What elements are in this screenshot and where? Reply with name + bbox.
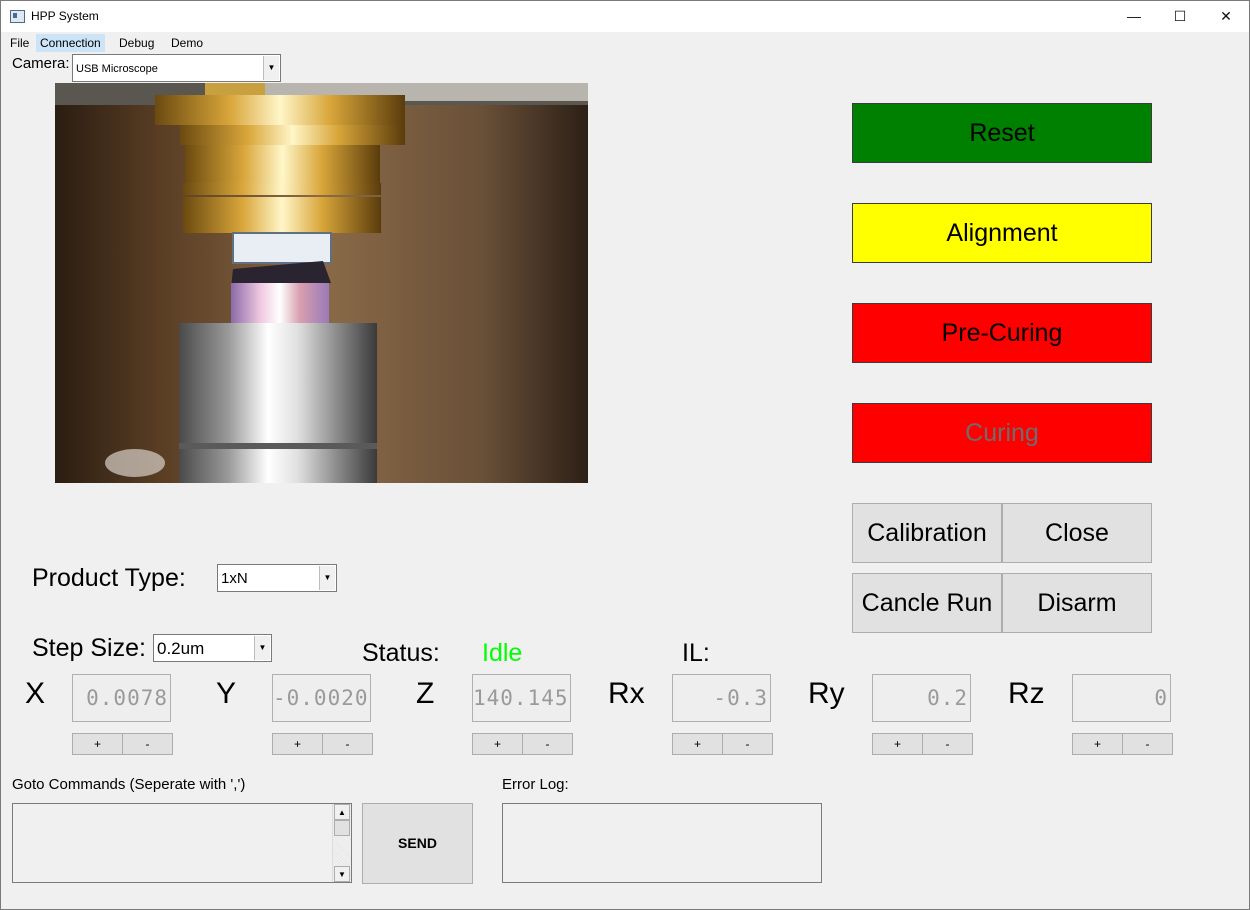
send-button[interactable]: SEND [362,803,473,884]
axis-z-plus-button[interactable]: + [472,733,523,755]
axis-y-minus-button[interactable]: - [322,733,373,755]
step-size-select[interactable]: 0.2um ▼ [153,634,272,662]
axis-ry-readout: 0.2 [872,674,971,722]
axis-rz-readout: 0 [1072,674,1171,722]
camera-select[interactable]: USB Microscope ▼ [72,54,281,82]
axis-ry-plus-button[interactable]: + [872,733,923,755]
status-label: Status: [362,639,440,667]
axis-y-label: Y [216,677,237,710]
product-type-select[interactable]: 1xN ▼ [217,564,337,592]
product-type-label: Product Type: [32,564,186,592]
menu-file[interactable]: File [6,34,33,52]
axis-rx-readout: -0.3 [672,674,771,722]
menu-connection[interactable]: Connection [36,34,105,52]
minimize-button[interactable]: — [1111,1,1157,32]
axis-ry-label: Ry [808,677,845,710]
cancel-run-button[interactable]: Cancle Run [852,573,1002,633]
product-type-value: 1xN [221,570,248,587]
close-button[interactable]: Close [1002,503,1152,563]
reset-button[interactable]: Reset [852,103,1152,163]
menu-bar: File Connection Debug Demo [1,32,1249,52]
axis-x-readout: 0.0078 [72,674,171,722]
axis-x-minus-button[interactable]: - [122,733,173,755]
axis-z-readout: 140.1451 [472,674,571,722]
alignment-button[interactable]: Alignment [852,203,1152,263]
maximize-button[interactable]: ☐ [1157,1,1203,32]
chevron-down-icon: ▼ [254,636,270,660]
menu-demo[interactable]: Demo [167,34,207,52]
chevron-down-icon: ▼ [319,566,335,590]
error-log-box [502,803,822,883]
pre-curing-button[interactable]: Pre-Curing [852,303,1152,363]
axis-rx-plus-button[interactable]: + [672,733,723,755]
scroll-up-icon[interactable]: ▲ [334,804,350,820]
axis-ry-minus-button[interactable]: - [922,733,973,755]
disarm-button[interactable]: Disarm [1002,573,1152,633]
menu-debug[interactable]: Debug [115,34,158,52]
camera-label: Camera: [12,55,70,72]
goto-commands-input[interactable] [12,803,352,883]
axis-x-plus-button[interactable]: + [72,733,123,755]
axis-rz-label: Rz [1008,677,1045,710]
step-size-value: 0.2um [157,639,205,658]
curing-button[interactable]: Curing [852,403,1152,463]
window-title: HPP System [31,9,99,23]
error-log-label: Error Log: [502,776,569,793]
axis-rz-minus-button[interactable]: - [1122,733,1173,755]
scroll-thumb[interactable] [334,820,350,836]
chevron-down-icon: ▼ [263,56,279,80]
axis-x-label: X [25,677,46,710]
scroll-down-icon[interactable]: ▼ [334,866,350,882]
goto-commands-label: Goto Commands (Seperate with ',') [12,776,246,793]
il-label: IL: [682,639,710,667]
axis-y-plus-button[interactable]: + [272,733,323,755]
camera-feed [55,83,588,483]
axis-rz-plus-button[interactable]: + [1072,733,1123,755]
title-bar: HPP System — ☐ ✕ [1,1,1249,32]
camera-image [55,83,588,483]
close-window-button[interactable]: ✕ [1203,1,1249,32]
goto-scrollbar[interactable]: ▲ ▼ [332,804,351,882]
main-window: HPP System — ☐ ✕ File Connection Debug D… [0,0,1250,910]
axis-rx-minus-button[interactable]: - [722,733,773,755]
calibration-button[interactable]: Calibration [852,503,1002,563]
axis-rx-label: Rx [608,677,645,710]
axis-z-label: Z [416,677,435,710]
app-icon [10,10,25,23]
axis-z-minus-button[interactable]: - [522,733,573,755]
axis-y-readout: -0.00205 [272,674,371,722]
camera-select-value: USB Microscope [76,63,158,75]
status-value: Idle [482,639,523,667]
step-size-label: Step Size: [32,634,146,662]
